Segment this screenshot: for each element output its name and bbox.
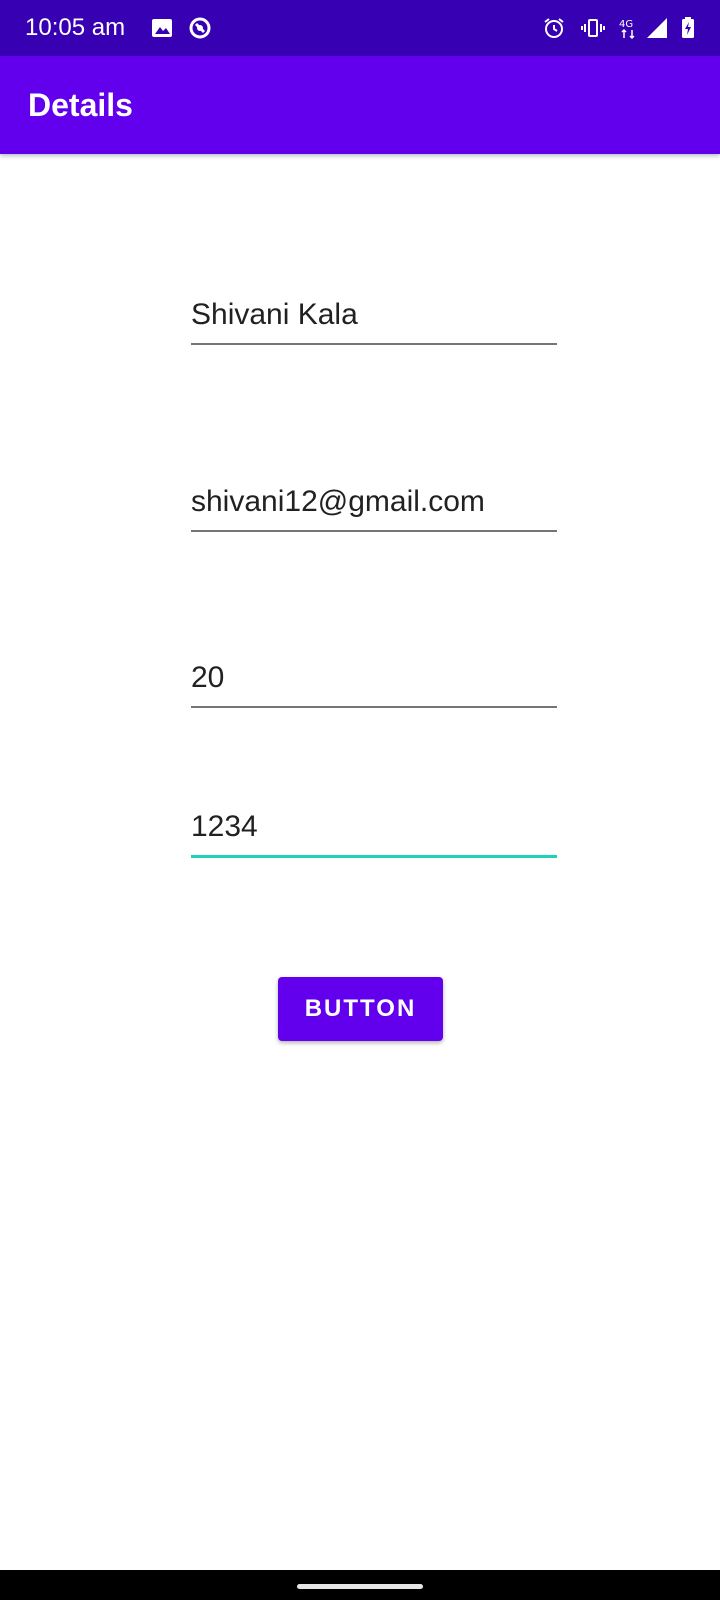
signal-icon bbox=[645, 16, 669, 40]
email-input[interactable] bbox=[191, 484, 557, 520]
name-input[interactable] bbox=[191, 297, 557, 333]
name-field[interactable] bbox=[191, 293, 557, 345]
status-time: 10:05 am bbox=[25, 14, 126, 41]
page-title: Details bbox=[28, 87, 133, 123]
home-gesture-handle[interactable] bbox=[297, 1584, 423, 1589]
password-input[interactable] bbox=[191, 809, 557, 845]
app-bar: Details bbox=[0, 56, 720, 154]
svg-text:4G: 4G bbox=[619, 19, 633, 30]
network-4g-icon: 4G bbox=[617, 16, 641, 40]
alarm-icon bbox=[542, 16, 566, 40]
age-field[interactable] bbox=[191, 656, 557, 708]
status-bar: 10:05 am 4G bbox=[0, 0, 720, 56]
navigation-bar bbox=[0, 1570, 720, 1600]
submit-button[interactable]: BUTTON bbox=[278, 977, 443, 1041]
battery-charging-icon bbox=[676, 16, 700, 40]
sync-icon bbox=[188, 16, 212, 40]
password-field[interactable] bbox=[191, 806, 557, 858]
vibrate-icon bbox=[581, 16, 605, 40]
email-field[interactable] bbox=[191, 480, 557, 532]
image-icon bbox=[150, 16, 174, 40]
screen: 10:05 am 4G Details Shivani Kala shivani… bbox=[0, 0, 720, 1600]
age-input[interactable] bbox=[191, 660, 557, 696]
